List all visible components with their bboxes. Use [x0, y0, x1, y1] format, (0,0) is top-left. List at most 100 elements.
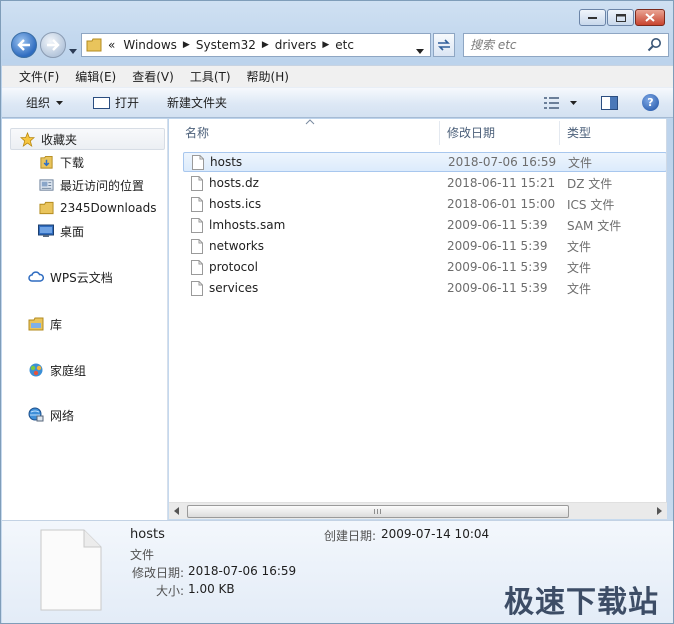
maximize-button[interactable]: [607, 9, 634, 26]
scroll-left-icon[interactable]: [173, 507, 181, 515]
nav-recent-places-label: 最近访问的位置: [60, 178, 145, 193]
nav-libraries[interactable]: 库: [28, 314, 62, 334]
address-dropdown[interactable]: [416, 43, 424, 57]
caption-buttons: [579, 9, 665, 26]
file-row[interactable]: lmhosts.sam 2009-06-11 5:39 SAM 文件: [183, 215, 667, 235]
column-divider[interactable]: [559, 121, 560, 145]
back-button[interactable]: [11, 32, 37, 58]
nav-network-label: 网络: [50, 408, 75, 423]
breadcrumb-overflow[interactable]: «: [108, 38, 115, 52]
menu-bar: 文件(F) 编辑(E) 查看(V) 工具(T) 帮助(H): [2, 65, 673, 87]
pane-border: [666, 119, 667, 520]
search-input[interactable]: [470, 38, 647, 52]
sort-ascending-icon: [305, 119, 315, 125]
nav-desktop[interactable]: 桌面: [38, 221, 84, 241]
breadcrumb-separator-icon[interactable]: ▶: [183, 40, 190, 50]
file-large-icon: [40, 529, 102, 611]
file-row[interactable]: services 2009-06-11 5:39 文件: [183, 278, 667, 298]
folder-icon: [86, 38, 102, 52]
breadcrumb-separator-icon[interactable]: ▶: [262, 40, 269, 50]
forward-button[interactable]: [40, 32, 66, 58]
organize-button[interactable]: 组织: [26, 94, 64, 111]
new-folder-button[interactable]: 新建文件夹: [167, 94, 227, 111]
nav-favorites[interactable]: 收藏夹: [10, 128, 165, 150]
scrollbar-grip: III: [373, 507, 383, 516]
nav-2345downloads[interactable]: 2345Downloads: [38, 198, 156, 218]
file-date: 2009-06-11 5:39: [447, 239, 548, 253]
breadcrumb-drivers[interactable]: drivers: [275, 38, 317, 52]
breadcrumb-windows[interactable]: Windows: [123, 38, 177, 52]
nav-wps-cloud-label: WPS云文档: [50, 270, 113, 285]
network-icon: [28, 407, 44, 423]
nav-desktop-label: 桌面: [60, 224, 85, 239]
close-button[interactable]: [635, 9, 665, 26]
chevron-down-icon: [56, 100, 64, 105]
file-type: 文件: [568, 155, 593, 170]
horizontal-scrollbar[interactable]: III: [169, 502, 667, 519]
file-date: 2018-06-01 15:00: [447, 197, 556, 211]
nav-downloads[interactable]: 下载: [38, 152, 84, 172]
file-icon: [191, 196, 203, 212]
file-row[interactable]: hosts.dz 2018-06-11 15:21 DZ 文件: [183, 173, 667, 193]
help-icon[interactable]: ?: [642, 94, 659, 111]
nav-network[interactable]: 网络: [28, 405, 74, 425]
history-dropdown[interactable]: [69, 43, 77, 57]
menu-tools[interactable]: 工具(T): [185, 68, 236, 85]
minimize-icon: [588, 16, 597, 19]
nav-homegroup[interactable]: 家庭组: [28, 360, 86, 380]
open-button[interactable]: 打开: [93, 94, 139, 111]
file-date: 2018-06-11 15:21: [447, 176, 556, 190]
scroll-right-icon[interactable]: [655, 507, 663, 515]
refresh-button[interactable]: [433, 33, 455, 57]
star-icon: [19, 131, 35, 147]
breadcrumb-system32[interactable]: System32: [196, 38, 256, 52]
organize-label: 组织: [26, 96, 51, 110]
preview-pane-icon[interactable]: [601, 95, 618, 110]
file-type: DZ 文件: [567, 176, 613, 191]
file-row[interactable]: networks 2009-06-11 5:39 文件: [183, 236, 667, 256]
chevron-down-icon: [69, 49, 77, 54]
file-name: hosts.dz: [209, 176, 259, 190]
nav-recent-places[interactable]: 最近访问的位置: [38, 175, 144, 195]
menu-help[interactable]: 帮助(H): [242, 68, 294, 85]
menu-edit[interactable]: 编辑(E): [70, 68, 121, 85]
file-name: lmhosts.sam: [209, 218, 286, 232]
file-icon: [191, 259, 203, 275]
column-type[interactable]: 类型: [567, 124, 591, 141]
menu-view[interactable]: 查看(V): [127, 68, 179, 85]
detail-created-label: 创建日期:: [324, 529, 377, 543]
file-list: 名称 修改日期 类型 hosts 2018-07-06 16:59 文件 hosts.…: [169, 119, 667, 502]
nav-libraries-label: 库: [50, 317, 63, 332]
close-icon: [645, 13, 655, 22]
file-row[interactable]: hosts 2018-07-06 16:59 文件: [183, 152, 667, 172]
cloud-icon: [28, 269, 44, 285]
chevron-down-icon: [416, 49, 424, 54]
menu-file[interactable]: 文件(F): [14, 68, 64, 85]
nav-2345downloads-label: 2345Downloads: [60, 201, 157, 215]
file-date: 2009-06-11 5:39: [447, 281, 548, 295]
file-date: 2009-06-11 5:39: [447, 218, 548, 232]
breadcrumb-etc[interactable]: etc: [335, 38, 354, 52]
file-type: 文件: [567, 281, 592, 296]
back-arrow-icon: [17, 39, 30, 51]
nav-favorites-label: 收藏夹: [41, 132, 78, 147]
detail-created-value: 2009-07-14 10:04: [381, 527, 490, 541]
file-icon: [191, 280, 203, 296]
address-bar[interactable]: « Windows ▶ System32 ▶ drivers ▶ etc: [81, 33, 431, 57]
address-row: « Windows ▶ System32 ▶ drivers ▶ etc: [9, 29, 669, 61]
column-date[interactable]: 修改日期: [447, 124, 495, 141]
breadcrumb-separator-icon[interactable]: ▶: [322, 40, 329, 50]
view-options-icon[interactable]: [544, 96, 560, 109]
column-name[interactable]: 名称: [185, 124, 209, 141]
file-row[interactable]: protocol 2009-06-11 5:39 文件: [183, 257, 667, 277]
file-row[interactable]: hosts.ics 2018-06-01 15:00 ICS 文件: [183, 194, 667, 214]
detail-size-label: 大小:: [156, 584, 185, 598]
minimize-button[interactable]: [579, 9, 606, 26]
nav-wps-cloud[interactable]: WPS云文档: [28, 267, 113, 287]
maximize-icon: [615, 13, 626, 22]
search-icon[interactable]: [647, 37, 663, 53]
chevron-down-icon[interactable]: [570, 100, 577, 105]
search-box: [463, 33, 669, 57]
column-divider[interactable]: [439, 121, 440, 145]
scrollbar-thumb[interactable]: III: [187, 505, 569, 518]
